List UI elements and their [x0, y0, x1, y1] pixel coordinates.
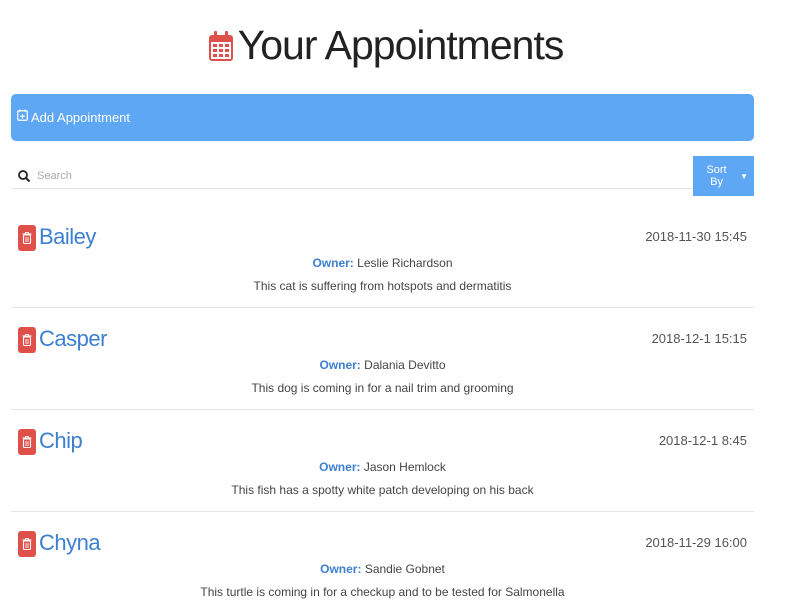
caret-down-icon: ▼ — [740, 171, 748, 181]
appointment-item: Chyna 2018-11-29 16:00 Owner: Sandie Gob… — [11, 512, 754, 600]
pet-name: Chyna — [39, 530, 101, 555]
page: Your Appointments Add Appointment Sort B… — [0, 0, 800, 600]
appointment-item: Chip 2018-12-1 8:45 Owner: Jason Hemlock… — [11, 410, 754, 512]
appointment-notes: This turtle is coming in for a checkup a… — [200, 585, 565, 599]
trash-icon — [22, 232, 32, 244]
search-icon — [18, 170, 31, 183]
delete-appointment-button[interactable] — [18, 429, 36, 455]
owner-line: Owner: Dalania Devitto — [11, 358, 754, 372]
owner-line: Owner: Sandie Gobnet — [11, 562, 754, 576]
pet-name: Chip — [39, 428, 83, 453]
trash-icon — [22, 538, 32, 550]
appointment-date: 2018-11-30 15:45 — [645, 229, 747, 244]
appointment-notes: This dog is coming in for a nail trim an… — [251, 381, 514, 395]
appointment-item: Casper 2018-12-1 15:15 Owner: Dalania De… — [11, 308, 754, 410]
calendar-plus-icon — [17, 109, 28, 121]
sort-by-label: Sort By — [706, 164, 727, 188]
owner-name: Leslie Richardson — [357, 256, 453, 270]
delete-appointment-button[interactable] — [18, 225, 36, 251]
owner-label: Owner: — [319, 358, 361, 372]
delete-appointment-button[interactable] — [18, 327, 36, 353]
sort-by-button[interactable]: Sort By ▼ — [693, 156, 754, 196]
add-appointment-button[interactable]: Add Appointment — [11, 94, 754, 141]
trash-icon — [22, 436, 32, 448]
page-title: Your Appointments — [237, 22, 565, 68]
calendar-icon — [208, 30, 233, 61]
search-toolbar: Sort By ▼ — [11, 156, 754, 196]
add-appointment-label: Add Appointment — [31, 110, 131, 125]
owner-name: Sandie Gobnet — [364, 562, 445, 576]
owner-label: Owner: — [320, 562, 362, 576]
appointment-date: 2018-11-29 16:00 — [645, 535, 747, 550]
appointment-list: Bailey 2018-11-30 15:45 Owner: Leslie Ri… — [11, 206, 754, 600]
appointment-item: Bailey 2018-11-30 15:45 Owner: Leslie Ri… — [11, 206, 754, 308]
owner-name: Dalania Devitto — [364, 358, 446, 372]
owner-line: Owner: Jason Hemlock — [11, 460, 754, 474]
appointment-date: 2018-12-1 8:45 — [658, 433, 747, 448]
owner-line: Owner: Leslie Richardson — [11, 256, 754, 270]
page-header: Your Appointments — [0, 22, 770, 69]
appointment-date: 2018-12-1 15:15 — [651, 331, 747, 346]
pet-name: Casper — [39, 326, 107, 351]
delete-appointment-button[interactable] — [18, 531, 36, 557]
owner-name: Jason Hemlock — [363, 460, 446, 474]
appointment-notes: This cat is suffering from hotspots and … — [253, 279, 512, 293]
owner-label: Owner: — [319, 460, 361, 474]
search-input[interactable] — [35, 169, 639, 183]
appointment-notes: This fish has a spotty white patch devel… — [231, 483, 534, 497]
search-box — [11, 164, 694, 189]
pet-name: Bailey — [39, 224, 96, 249]
trash-icon — [22, 334, 32, 346]
owner-label: Owner: — [312, 256, 354, 270]
